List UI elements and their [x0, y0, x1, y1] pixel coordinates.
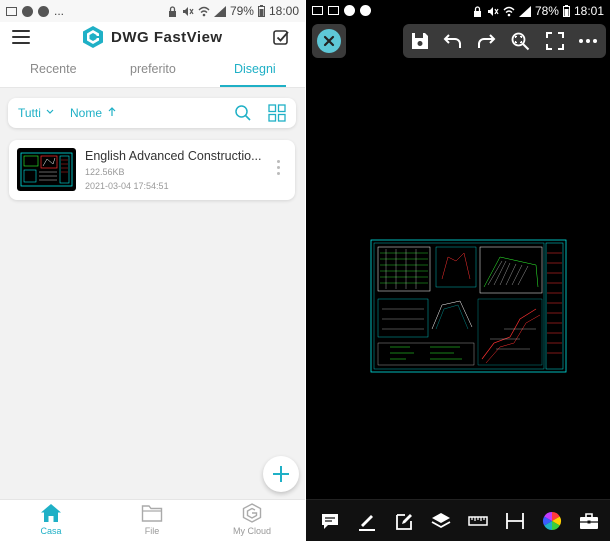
clock: 18:00	[268, 4, 299, 18]
viewer-top-toolbar	[403, 24, 606, 58]
nav-file[interactable]: File	[112, 503, 192, 536]
edit-icon[interactable]	[394, 511, 414, 531]
file-list-item[interactable]: English Advanced Constructio... 122.56KB…	[9, 140, 295, 200]
notification-icon	[344, 5, 355, 16]
app-logo-icon	[83, 26, 103, 48]
select-checkbox-icon[interactable]	[273, 29, 289, 45]
mute-icon	[487, 6, 499, 16]
app-title: DWG FastView	[111, 28, 223, 46]
nav-file-label: File	[144, 526, 160, 536]
mute-icon	[182, 6, 194, 16]
cloud-logo-icon	[242, 503, 262, 523]
tab-preferito[interactable]: preferito	[130, 62, 176, 76]
sort-arrow-up-icon	[108, 107, 116, 116]
file-name: English Advanced Constructio...	[85, 149, 262, 163]
bottom-navigation: Casa File My Cloud	[0, 499, 305, 541]
more-icon[interactable]	[578, 31, 598, 51]
tab-disegni[interactable]: Disegni	[234, 62, 276, 76]
lock-icon	[473, 5, 481, 17]
cad-drawing-canvas[interactable]	[370, 239, 567, 373]
battery-percentage: 79%	[229, 4, 254, 18]
battery-icon	[257, 5, 265, 17]
lock-icon	[168, 5, 176, 17]
menu-icon[interactable]	[12, 30, 30, 44]
app-notification-icon	[360, 5, 371, 16]
grid-view-icon[interactable]	[268, 104, 286, 122]
filter-bar: Tutti Nome	[8, 98, 296, 128]
nav-my-cloud-label: My Cloud	[232, 526, 271, 536]
gallery-notification-icon	[312, 6, 323, 15]
app-notification-icon	[38, 5, 49, 17]
dimension-icon[interactable]	[505, 511, 525, 531]
comment-icon[interactable]	[320, 511, 340, 531]
sort-by-button[interactable]: Nome	[70, 106, 116, 120]
home-icon	[41, 504, 61, 522]
gallery-notification-icon	[6, 6, 17, 16]
save-icon[interactable]	[410, 31, 430, 51]
ruler-icon[interactable]	[468, 511, 488, 531]
wifi-icon	[198, 6, 210, 16]
status-bar-viewer: 78% 18:01	[306, 0, 610, 22]
nav-my-cloud[interactable]: My Cloud	[212, 503, 292, 536]
filter-type-dropdown[interactable]: Tutti	[18, 106, 54, 120]
undo-icon[interactable]	[443, 31, 463, 51]
fullscreen-icon[interactable]	[545, 31, 565, 51]
close-icon	[323, 35, 335, 47]
search-icon[interactable]	[234, 104, 252, 122]
more-notifications: ...	[54, 4, 65, 18]
clock: 18:01	[573, 4, 604, 18]
sort-label: Nome	[70, 106, 103, 120]
app-bar: DWG FastView	[0, 22, 305, 56]
redo-icon[interactable]	[476, 31, 496, 51]
nav-casa[interactable]: Casa	[11, 503, 91, 536]
active-tab-indicator	[220, 85, 286, 87]
status-bar: ... 79% 18:00	[0, 0, 305, 22]
folder-icon	[141, 505, 163, 522]
color-wheel-icon[interactable]	[542, 511, 562, 531]
wifi-icon	[503, 6, 515, 16]
left-phone-screen: ... 79% 18:00 DWG FastView Recente prefe…	[0, 0, 305, 541]
toolbox-icon[interactable]	[579, 511, 599, 531]
layers-icon[interactable]	[431, 511, 451, 531]
chevron-down-icon	[46, 109, 54, 114]
add-file-button[interactable]	[263, 456, 299, 492]
pen-icon[interactable]	[357, 511, 377, 531]
signal-icon	[213, 5, 226, 17]
notification-icon	[22, 5, 33, 17]
right-phone-screen: 78% 18:01	[306, 0, 610, 541]
viewer-bottom-toolbar	[306, 499, 610, 541]
filter-type-label: Tutti	[18, 106, 41, 120]
file-date: 2021-03-04 17:54:51	[85, 181, 169, 191]
close-viewer-button[interactable]	[312, 24, 346, 58]
tab-bar: Recente preferito Disegni	[0, 56, 305, 88]
file-thumbnail	[17, 148, 76, 191]
battery-icon	[562, 5, 570, 17]
battery-percentage: 78%	[534, 4, 559, 18]
signal-icon	[518, 5, 531, 17]
tab-recente[interactable]: Recente	[30, 62, 77, 76]
app-brand: DWG FastView	[82, 25, 223, 49]
file-size: 122.56KB	[85, 167, 125, 177]
more-options-icon[interactable]	[275, 160, 281, 180]
zoom-extents-icon[interactable]	[510, 31, 530, 51]
mail-notification-icon	[328, 6, 339, 15]
nav-casa-label: Casa	[40, 526, 62, 536]
